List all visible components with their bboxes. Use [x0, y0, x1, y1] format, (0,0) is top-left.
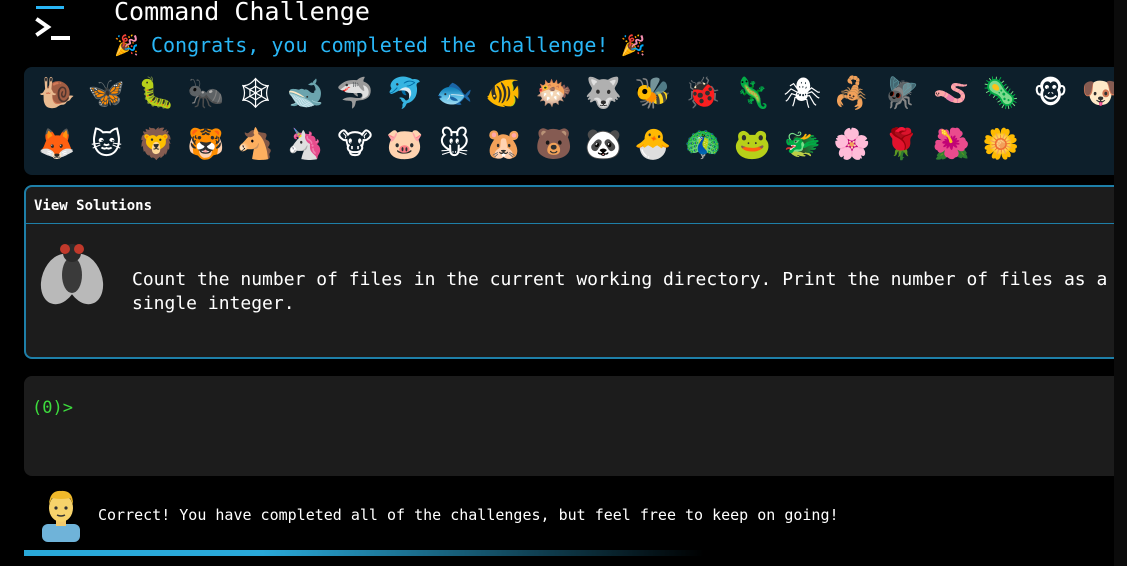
animal-icon: 🐼 — [584, 127, 623, 162]
animal-icon: 🐷 — [385, 127, 424, 162]
animal-icon: 🐵 — [1033, 76, 1068, 111]
animal-icon: 🐺 — [584, 76, 623, 111]
page-header: Command Challenge 🎉 Congrats, you comple… — [0, 0, 1127, 66]
animal-icon: 🐹 — [485, 127, 523, 162]
animal-icon: 🐱 — [90, 127, 123, 162]
person-avatar-icon — [42, 490, 80, 542]
animal-icon: 🦊 — [38, 127, 76, 162]
animal-icon: 🦄 — [286, 127, 324, 162]
animal-icon: 🐯 — [187, 127, 225, 162]
animal-icon: 🪱 — [932, 76, 970, 111]
animal-icon: 🪰 — [882, 76, 921, 111]
completion-banner: 🎉 Congrats, you completed the challenge!… — [114, 33, 645, 57]
animal-icon: 🐻 — [535, 127, 573, 162]
animal-icon: 🦂 — [833, 76, 871, 111]
animal-icon: 🐡 — [535, 76, 573, 111]
animal-icon: 🐝 — [634, 76, 672, 111]
terminal-prompt: (0)> — [32, 398, 73, 418]
animal-row: 🐌 🦋 🐛 🐜 🕸 🐋 🦈 🐬 🐟 🐠 🐡 🐺 🐝 🐞 🦎 🕷 🦂 🪰 🪱 🦠 🐵 🐶 — [32, 71, 1125, 117]
completion-text: Congrats, you completed the challenge! — [150, 33, 609, 57]
animal-row: 🦊 🐱 🦁 🐯 🐴 🦄 🐮 🐷 🐭 🐹 🐻 🐼 🐣 🦚 🐸 🐲 🌸 🌹 🌺 🌼 — [32, 122, 1026, 168]
animal-icon: 🌺 — [932, 127, 970, 162]
page-title: Command Challenge — [114, 0, 370, 26]
animal-icon: 🐴 — [236, 127, 275, 162]
party-popper-icon: 🎉 — [620, 33, 646, 57]
animal-icon: 🐌 — [38, 76, 76, 111]
party-popper-icon: 🎉 — [114, 33, 139, 57]
animal-icon: 🐛 — [137, 76, 175, 111]
animal-icon: 🕸 — [236, 76, 275, 111]
animal-icon: 🦈 — [336, 76, 374, 111]
animal-icon: 🦠 — [982, 76, 1020, 111]
animal-icon: 🐜 — [187, 76, 225, 111]
animal-icon: 🐞 — [684, 76, 722, 111]
animal-icon: 🐋 — [286, 76, 324, 111]
fly-icon — [40, 244, 104, 305]
animal-icon: 🦋 — [87, 76, 126, 111]
animal-icon: 🐮 — [337, 127, 373, 162]
animal-icon: 🐲 — [783, 127, 821, 162]
animal-icon: 🐭 — [438, 127, 470, 162]
animal-icon: 🕷 — [783, 76, 822, 111]
animal-icon: 🦚 — [684, 127, 722, 162]
terminal-input-area[interactable]: (0)> — [24, 376, 1127, 476]
animal-collection-panel: 🐌 🦋 🐛 🐜 🕸 🐋 🦈 🐬 🐟 🐠 🐡 🐺 🐝 🐞 🦎 🕷 🦂 🪰 🪱 🦠 🐵 🐶 🦊 🐱 🦁 🐯 🐴 🦄 🐮 🐷 🐭 🐹 🐻 🐼 🐣 🦚 🐸 🐲 🌸… — [24, 67, 1127, 175]
animal-icon: 🐣 — [634, 127, 672, 162]
solutions-panel: View Solutions Count the number of files… — [24, 185, 1127, 359]
animal-icon: 🐸 — [733, 127, 772, 162]
progress-bar — [24, 550, 704, 556]
animal-icon: 🌼 — [982, 127, 1020, 162]
animal-icon: 🦎 — [733, 76, 772, 111]
challenge-description: Count the number of files in the current… — [132, 269, 1108, 314]
scrollbar[interactable] — [1114, 0, 1127, 566]
animal-icon: 🐟 — [435, 76, 474, 111]
feedback-message: Correct! You have completed all of the c… — [0, 486, 1127, 546]
animal-icon: 🐬 — [385, 76, 424, 111]
animal-icon: 🌸 — [833, 127, 871, 162]
animal-icon: 🌹 — [882, 127, 921, 162]
message-text: Correct! You have completed all of the c… — [98, 506, 839, 524]
terminal-logo-icon — [35, 6, 70, 40]
view-solutions-button[interactable]: View Solutions — [26, 187, 1127, 224]
animal-icon: 🐠 — [485, 76, 523, 111]
animal-icon: 🦁 — [137, 127, 175, 162]
